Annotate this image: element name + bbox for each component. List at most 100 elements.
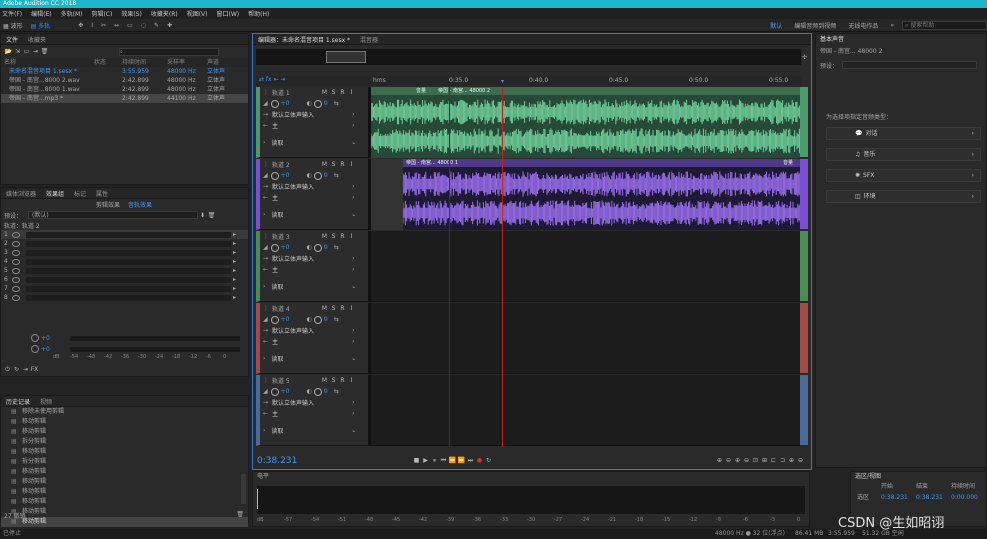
delete-icon[interactable]: 🗑 (40, 48, 49, 55)
history-item[interactable]: ▤ 拆分剪辑 (1, 437, 248, 447)
track-name[interactable]: 轨道 4 (272, 304, 320, 313)
track-button-m[interactable]: M (320, 233, 329, 240)
effect-slot[interactable]: 3 ▸ (1, 248, 248, 257)
files-header-2[interactable]: 持续时间 (119, 58, 164, 67)
track-input-select[interactable]: 默认立体声输入 (272, 398, 352, 407)
chevron-down-icon[interactable]: ⌄ (351, 355, 356, 362)
save-preset-icon[interactable]: ⬇ (198, 212, 207, 219)
volume-value[interactable]: +0 (281, 244, 307, 251)
slot-effect-field[interactable] (26, 285, 231, 292)
slot-power-icon[interactable] (12, 231, 20, 238)
record-icon[interactable]: ● (475, 457, 484, 464)
pan-knob[interactable] (313, 387, 322, 396)
chevron-right-icon[interactable]: › (352, 399, 354, 406)
track-button-s[interactable]: S (329, 161, 338, 168)
track-output-select[interactable]: 主 (272, 409, 352, 418)
track-effects-tab[interactable]: 音轨效果 (128, 200, 152, 209)
volume-value[interactable]: +0 (281, 100, 307, 107)
chevron-right-icon[interactable]: › (352, 183, 354, 190)
track-grip-icon[interactable]: ⋮ (263, 161, 269, 168)
slot-menu-icon[interactable]: ▸ (233, 293, 236, 302)
slot-power-icon[interactable] (12, 249, 20, 256)
essential-preset-select[interactable] (842, 61, 978, 69)
slot-menu-icon[interactable]: ▸ (233, 248, 236, 257)
history-item[interactable]: ▤ 拆分剪辑 (1, 457, 248, 467)
menu-item-3[interactable]: 剪辑(C) (91, 9, 112, 18)
zoom-tracks-out-icon[interactable]: ⊖ (796, 457, 805, 464)
history-item[interactable]: ▤ 移动剪辑 (1, 487, 248, 497)
effect-slot[interactable]: 6 ▸ (1, 275, 248, 284)
track-header[interactable]: ⋮ 轨道 2 M S R I ◢ +0 ◐ 0 ⇆ → 默认立体声输入 › ← 主 › › 读取 ⌄ (256, 159, 368, 230)
selection-start-value[interactable]: 0:38.231 (881, 492, 916, 504)
automation-mode-select[interactable]: 读取 (271, 354, 351, 363)
slot-power-icon[interactable] (12, 276, 20, 283)
pan-value[interactable]: 0 (324, 244, 334, 251)
effect-slot[interactable]: 4 ▸ (1, 257, 248, 266)
file-row[interactable]: 未命名混音项目 1.sesx * 3:55.959 48000 Hz 立体声 (1, 67, 248, 76)
effect-slot[interactable]: 1 ▸ (1, 230, 248, 239)
audio-type-1[interactable]: ♫ 音乐 › (826, 148, 981, 161)
slot-power-icon[interactable] (12, 258, 20, 265)
track-output-select[interactable]: 主 (272, 265, 352, 274)
expand-icon[interactable]: › (263, 211, 265, 218)
workspace-radio[interactable]: 无线电作品 (848, 21, 878, 30)
stop-icon[interactable]: ■ (412, 457, 421, 464)
file-row[interactable]: 帝国 - 南宫...8000 1.wav 2:42.899 48000 Hz 立体声 (1, 85, 248, 94)
slot-power-icon[interactable] (12, 294, 20, 301)
track-button-r[interactable]: R (338, 233, 347, 240)
overview-bar[interactable] (256, 49, 801, 65)
pan-knob[interactable] (313, 315, 322, 324)
track-grip-icon[interactable]: ⋮ (263, 377, 269, 384)
chevron-right-icon[interactable]: › (352, 255, 354, 262)
track-header[interactable]: ⋮ 轨道 5 M S R I ◢ +0 ◐ 0 ⇆ → 默认立体声输入 › ← 主 › › 读取 ⌄ (256, 375, 368, 446)
audio-clip-2[interactable]: 帝国 - 南宫... 48000 1 音量 (403, 159, 801, 230)
workspace-default[interactable]: 默认 (770, 21, 782, 30)
volume-knob[interactable] (270, 387, 279, 396)
history-scrollbar[interactable] (241, 474, 246, 504)
razor-tool-icon[interactable]: ✂ (98, 22, 109, 29)
slot-effect-field[interactable] (26, 258, 231, 265)
slot-effect-field[interactable] (26, 267, 231, 274)
files-search-input[interactable]: ⌕ (119, 47, 219, 56)
track-name[interactable]: 轨道 3 (272, 232, 320, 241)
stereo-icon[interactable]: ⇆ (334, 244, 339, 251)
zoom-in-amplitude-icon[interactable]: ⊕ (715, 457, 724, 464)
rewind-icon[interactable]: ⏪ (448, 457, 457, 464)
time-select-tool-icon[interactable]: I (88, 22, 96, 29)
slot-effect-field[interactable] (26, 231, 231, 238)
chevron-down-icon[interactable]: ⌄ (351, 211, 356, 218)
pause-icon[interactable]: ⏸ (430, 457, 439, 465)
history-item[interactable]: ▤ 移动剪辑 (1, 467, 248, 477)
track-lane[interactable] (371, 303, 801, 374)
pan-knob[interactable] (313, 171, 322, 180)
slot-menu-icon[interactable]: ▸ (233, 266, 236, 275)
stereo-icon[interactable]: ⇆ (334, 172, 339, 179)
pan-value[interactable]: 0 (324, 100, 334, 107)
editor-tab-0[interactable]: 编辑器：未命名混音项目 1.sesx * (258, 35, 350, 44)
menu-item-6[interactable]: 视图(V) (187, 9, 208, 18)
preset-select[interactable]: (默认) (28, 211, 199, 219)
expand-icon[interactable]: › (263, 355, 265, 362)
track-grip-icon[interactable]: ⋮ (263, 305, 269, 312)
track-button-r[interactable]: R (338, 305, 347, 312)
history-item[interactable]: ▤ 移动剪辑 (1, 497, 248, 507)
loop-playback-icon[interactable]: ↻ (484, 457, 493, 464)
delete-history-icon[interactable]: 🗑 (236, 511, 244, 520)
track-button-m[interactable]: M (320, 89, 329, 96)
playhead-line[interactable] (502, 87, 503, 447)
track-button-s[interactable]: S (329, 377, 338, 384)
chevron-right-icon[interactable]: › (352, 410, 354, 417)
volume-knob[interactable] (270, 315, 279, 324)
track-button-r[interactable]: R (338, 377, 347, 384)
zoom-in-start-icon[interactable]: ⊏ (769, 457, 778, 464)
move-tool-icon[interactable]: ✥ (75, 22, 86, 29)
files-header-4[interactable]: 声道 (204, 58, 234, 67)
editor-tab-1[interactable]: 混音器 (360, 35, 378, 44)
fast-forward-icon[interactable]: ⏩ (457, 457, 466, 464)
chevron-right-icon[interactable]: › (352, 111, 354, 118)
files-header-0[interactable]: 名称 (1, 58, 91, 67)
track-header[interactable]: ⋮ 轨道 4 M S R I ◢ +0 ◐ 0 ⇆ → 默认立体声输入 › ← 主 › › 读取 ⌄ (256, 303, 368, 374)
slot-power-icon[interactable] (12, 285, 20, 292)
effects-tab-1[interactable]: 效果组 (46, 189, 64, 198)
chevron-down-icon[interactable]: ⌄ (351, 139, 356, 146)
